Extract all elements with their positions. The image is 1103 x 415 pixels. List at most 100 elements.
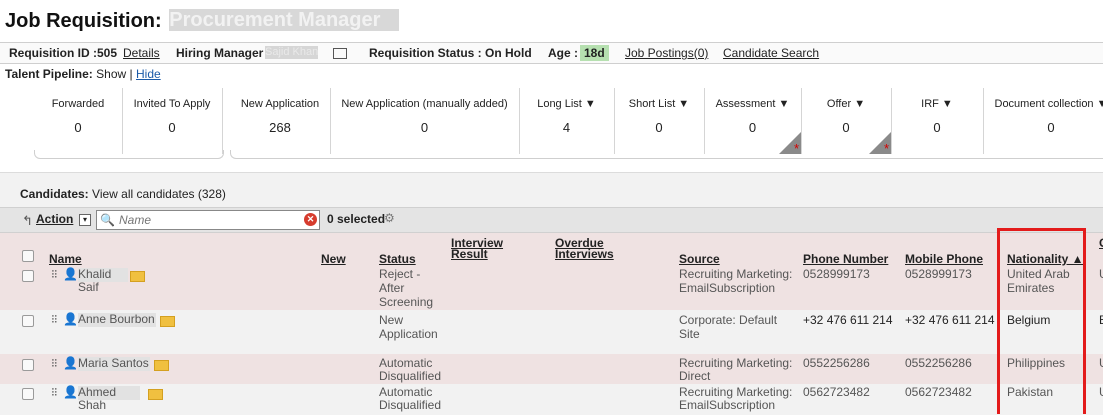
col-source[interactable]: Source <box>679 253 720 265</box>
stage-label: Offer ▼ <box>826 98 866 110</box>
status-line: Disqualified <box>379 369 442 383</box>
requisition-bar: Requisition ID :505 Details Hiring Manag… <box>0 42 1103 64</box>
grid-header: Name New Status Interview Result Overdue… <box>0 233 1103 267</box>
name-search-input[interactable] <box>117 212 301 228</box>
stage-count: 268 <box>269 120 291 135</box>
clear-icon[interactable]: ✕ <box>304 213 317 226</box>
row-checkbox[interactable] <box>22 359 34 371</box>
overflow-cell: U <box>1099 357 1103 370</box>
overflow-cell: U <box>1099 386 1103 399</box>
view-all-candidates-link[interactable]: View all candidates (328) <box>92 187 226 201</box>
stage-label: New Application (manually added) <box>341 98 508 110</box>
action-dropdown-icon[interactable]: ▾ <box>79 214 91 226</box>
stage-label: Forwarded <box>51 98 105 110</box>
stage-irf[interactable]: IRF ▼ 0 <box>891 88 984 154</box>
stage-count: 0 <box>168 120 176 135</box>
candidates-header: Candidates: View all candidates (328) <box>20 187 226 201</box>
stage-document-collection[interactable]: Document collection ▼ 0 <box>983 88 1103 154</box>
drag-handle-icon[interactable]: ⁝⁝ <box>51 268 58 281</box>
search-icon: 🔍 <box>100 213 115 227</box>
overflow-cell: E <box>1099 314 1103 327</box>
person-icon: 👤 <box>63 356 78 370</box>
stage-assessment[interactable]: Assessment ▼ 0 * <box>704 88 802 156</box>
drag-handle-icon[interactable]: ⁝⁝ <box>51 313 58 326</box>
name-search-box: 🔍 ✕ <box>96 210 320 230</box>
phone-number: +32 476 611 214 <box>803 313 893 327</box>
mobile-phone: +32 476 611 214 <box>905 313 995 327</box>
col-new[interactable]: New <box>321 253 346 265</box>
stage-new-application-manual[interactable]: New Application (manually added) 0 <box>330 88 520 154</box>
col-phone[interactable]: Phone Number <box>803 253 888 265</box>
status-line: Disqualified <box>379 398 442 412</box>
requisition-id: Requisition ID :505 <box>9 46 118 60</box>
col-status[interactable]: Status <box>379 253 416 265</box>
stage-count: 0 <box>933 120 941 135</box>
profile-card-icon[interactable] <box>148 389 163 400</box>
details-link[interactable]: Details <box>123 46 160 60</box>
stage-count: 4 <box>562 120 571 135</box>
table-row[interactable]: ⁝⁝ 👤 Ahmed Shah Automatic Disqualified R… <box>0 384 1103 415</box>
table-row[interactable]: ⁝⁝ 👤 Maria Santos Automatic Disqualified… <box>0 354 1103 384</box>
drag-handle-icon[interactable]: ⁝⁝ <box>51 357 58 370</box>
col-overdue-line2[interactable]: Interviews <box>555 248 614 260</box>
row-checkbox[interactable] <box>22 315 34 327</box>
status-line: New <box>379 313 404 327</box>
candidate-name[interactable]: Anne Bourbon <box>78 313 156 327</box>
candidate-search-link[interactable]: Candidate Search <box>723 46 819 60</box>
candidates-label: Candidates: <box>20 187 89 201</box>
col-mobile[interactable]: Mobile Phone <box>905 253 983 265</box>
show-link[interactable]: Show <box>96 67 126 81</box>
talent-pipeline-toggle: Talent Pipeline: Show | Hide <box>5 67 161 81</box>
action-menu[interactable]: Action <box>36 212 73 226</box>
stage-count: 0 <box>1047 120 1055 135</box>
source-line: Site <box>679 327 700 341</box>
stage-offer[interactable]: Offer ▼ 0 * <box>801 88 892 156</box>
candidate-name[interactable]: Ahmed Shah <box>78 386 140 412</box>
stage-label: IRF ▼ <box>921 98 953 110</box>
source-line: Direct <box>679 369 711 383</box>
source-line: EmailSubscription <box>679 398 776 412</box>
page-title-text: Job Requisition: <box>5 10 162 32</box>
stage-short-list[interactable]: Short List ▼ 0 <box>614 88 705 154</box>
stage-new-application[interactable]: New Application 268 <box>230 88 331 154</box>
age-label: Age : <box>548 46 578 60</box>
status-line: After <box>379 281 405 295</box>
candidate-name[interactable]: Maria Santos <box>78 357 150 371</box>
stage-long-list[interactable]: Long List ▼ 4 <box>519 88 615 154</box>
phone-number: 0552256286 <box>803 356 870 370</box>
stage-label: Document collection ▼ <box>994 98 1103 110</box>
overflow-cell: U <box>1099 268 1103 281</box>
pipe-separator: | <box>129 67 133 81</box>
profile-card-icon[interactable] <box>160 316 175 327</box>
stage-label: New Application <box>240 98 320 110</box>
hiring-manager-name[interactable]: Sajid Khan <box>265 46 319 59</box>
person-icon: 👤 <box>63 312 78 326</box>
stage-invited-to-apply[interactable]: Invited To Apply 0 <box>122 88 223 154</box>
vcard-icon[interactable] <box>333 48 347 59</box>
person-icon: 👤 <box>63 267 78 281</box>
col-more[interactable]: C <box>1099 237 1103 249</box>
job-postings-link[interactable]: Job Postings(0) <box>625 46 708 60</box>
stage-count: 0 <box>74 120 82 135</box>
row-checkbox[interactable] <box>22 270 34 282</box>
stage-label: Short List ▼ <box>628 98 690 110</box>
return-arrow-icon: ↰ <box>22 213 33 228</box>
row-checkbox[interactable] <box>22 388 34 400</box>
phone-number: 0528999173 <box>803 267 870 281</box>
stage-forwarded[interactable]: Forwarded 0 <box>34 88 123 154</box>
drag-handle-icon[interactable]: ⁝⁝ <box>51 386 58 399</box>
stage-label: Assessment ▼ <box>715 98 790 110</box>
stage-count: 0 <box>420 120 429 135</box>
candidate-name[interactable]: Khalid Saif <box>78 268 128 294</box>
table-row[interactable]: ⁝⁝ 👤 Khalid Saif Reject - After Screenin… <box>0 267 1103 310</box>
col-interview-result-line2[interactable]: Result <box>451 248 488 260</box>
candidates-toolbar: ↰ Action ▾ 🔍 ✕ 0 selected ⚙ <box>0 207 1103 233</box>
select-all-checkbox[interactable] <box>22 250 34 262</box>
profile-card-icon[interactable] <box>130 271 145 282</box>
redacted-job-title: Procurement Manager <box>169 9 400 31</box>
settings-gear-icon[interactable]: ⚙ <box>384 211 395 225</box>
hide-link[interactable]: Hide <box>136 67 161 81</box>
col-name[interactable]: Name <box>49 253 82 265</box>
profile-card-icon[interactable] <box>154 360 169 371</box>
table-row[interactable]: ⁝⁝ 👤 Anne Bourbon New Application Corpor… <box>0 310 1103 354</box>
